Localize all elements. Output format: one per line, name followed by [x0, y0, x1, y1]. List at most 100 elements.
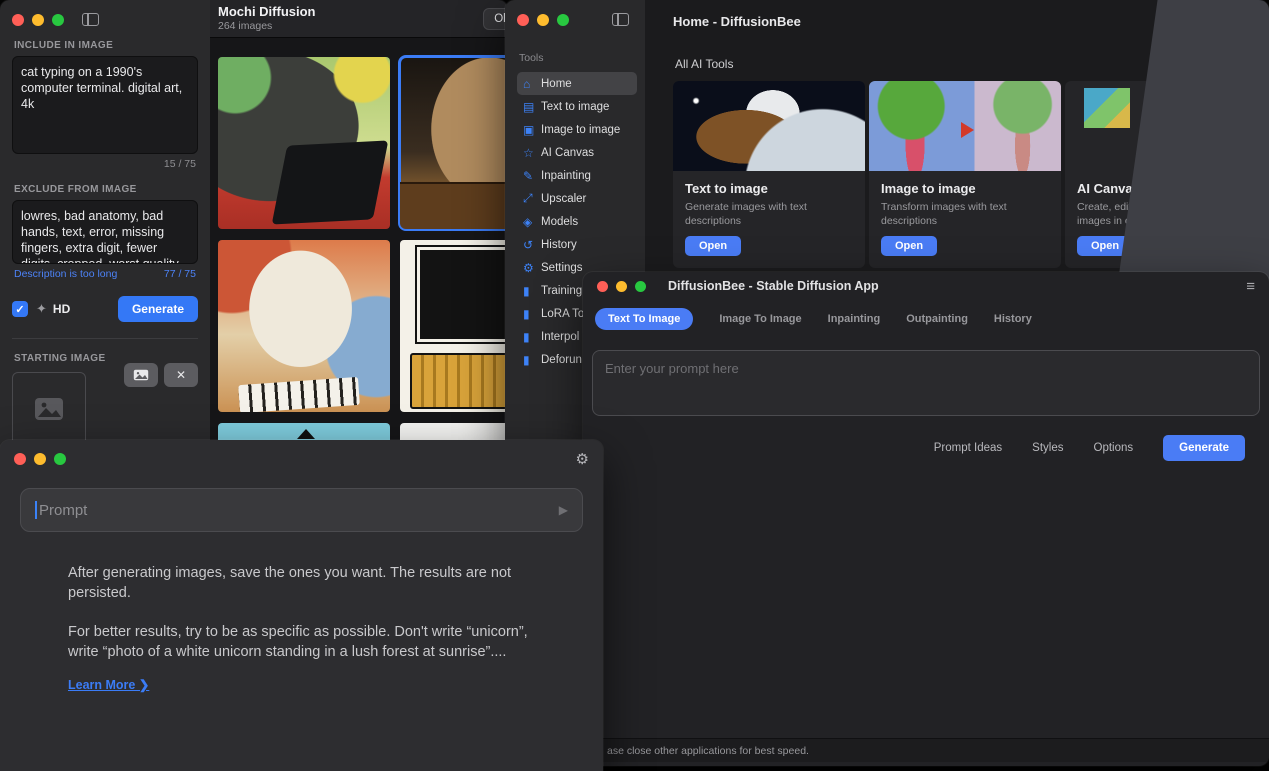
card-text-to-image: Text to image Generate images with text …: [673, 81, 865, 268]
submit-arrow-icon[interactable]: ▶: [559, 503, 568, 517]
sidebar-toggle-icon[interactable]: [82, 13, 99, 26]
sidebar-toggle-icon[interactable]: [612, 13, 629, 26]
close-button[interactable]: [14, 453, 26, 465]
zoom-button[interactable]: [635, 281, 646, 292]
mochi-toolbar: Mochi Diffusion 264 images Oldest First: [210, 0, 508, 38]
learn-more-link[interactable]: Learn More ❯: [68, 677, 149, 692]
include-in-image-input[interactable]: cat typing on a 1990's computer terminal…: [12, 56, 198, 154]
file-icon: ▮: [523, 307, 541, 321]
exclude-from-image-label: EXCLUDE FROM IMAGE: [14, 184, 196, 195]
image-placeholder-icon: [34, 397, 64, 421]
photo-icon: [133, 369, 149, 381]
results-area: [583, 461, 1269, 738]
upscaler-icon: ⤢: [523, 191, 541, 206]
gallery-image-1[interactable]: [218, 57, 390, 229]
hd-label: HD: [53, 302, 70, 316]
text-cursor: [35, 501, 37, 519]
tree-transform-image: [869, 81, 1061, 171]
sidebar-item-inpainting[interactable]: ✎ Inpainting: [517, 164, 637, 187]
help-paragraph-2: For better results, try to be as specifi…: [68, 623, 546, 662]
help-text: After generating images, save the ones y…: [68, 564, 546, 663]
window-controls: [14, 453, 66, 465]
file-icon: ▮: [523, 353, 541, 367]
status-bar: ase close other applications for best sp…: [583, 738, 1269, 762]
choose-image-button[interactable]: [124, 363, 158, 387]
gallery-image-4[interactable]: [400, 240, 508, 412]
tab-history[interactable]: History: [994, 313, 1032, 325]
prompt-input[interactable]: [592, 350, 1260, 416]
titlebar: DiffusionBee - Stable Diffusion App ≡: [583, 272, 1269, 300]
card-image-to-image: Image to image Transform images with tex…: [869, 81, 1061, 268]
sidebar-item-models[interactable]: ◈ Models: [517, 210, 637, 233]
prompt-actions: Prompt Ideas Styles Options Generate: [583, 421, 1269, 461]
hamburger-menu-icon[interactable]: ≡: [1246, 278, 1255, 295]
options-button[interactable]: Options: [1094, 442, 1134, 454]
exclude-from-image-input[interactable]: lowres, bad anatomy, bad hands, text, er…: [12, 200, 198, 264]
hd-checkbox[interactable]: ✓: [12, 301, 28, 317]
close-button[interactable]: [597, 281, 608, 292]
generate-button[interactable]: Generate: [1163, 435, 1245, 461]
astronaut-horse-image: [673, 81, 865, 171]
starting-image-dropzone[interactable]: [12, 372, 86, 446]
image-count: 264 images: [218, 20, 316, 32]
image-to-image-icon: ▣: [523, 123, 541, 137]
inpainting-icon: ✎: [523, 169, 541, 183]
zoom-button[interactable]: [52, 14, 64, 26]
tab-inpainting[interactable]: Inpainting: [828, 313, 881, 325]
divider: [12, 338, 198, 339]
open-text-to-image-button[interactable]: Open: [685, 236, 741, 256]
generate-button[interactable]: Generate: [118, 296, 198, 322]
window-controls: [12, 14, 198, 26]
home-icon: ⌂: [523, 77, 541, 91]
gallery-image-3[interactable]: [218, 240, 390, 412]
prompt-input[interactable]: Prompt ▶: [20, 488, 583, 532]
minimize-button[interactable]: [32, 14, 44, 26]
description-too-long-warning: Description is too long: [14, 268, 117, 280]
tab-image-to-image[interactable]: Image To Image: [719, 313, 801, 325]
window-controls: [597, 281, 646, 292]
history-icon: ↺: [523, 238, 541, 252]
check-icon: ✓: [15, 303, 24, 316]
open-image-to-image-button[interactable]: Open: [881, 236, 937, 256]
ai-canvas-icon: ☆: [523, 146, 541, 160]
sidebar-item-upscaler[interactable]: ⤢ Upscaler: [517, 187, 637, 210]
prompt-ideas-button[interactable]: Prompt Ideas: [934, 442, 1002, 454]
file-icon: ▮: [523, 330, 541, 344]
text-to-image-icon: ▤: [523, 100, 541, 114]
settings-icon: ⚙: [523, 261, 541, 275]
include-in-image-label: INCLUDE IN IMAGE: [14, 40, 196, 51]
gear-icon[interactable]: ⚙: [576, 450, 589, 468]
help-paragraph-1: After generating images, save the ones y…: [68, 564, 546, 603]
window-title: DiffusionBee - Stable Diffusion App: [668, 279, 879, 293]
minimize-button[interactable]: [537, 14, 549, 26]
minimize-button[interactable]: [34, 453, 46, 465]
sidebar-item-history[interactable]: ↺ History: [517, 233, 637, 256]
diffusionbee-stable-diffusion-window: DiffusionBee - Stable Diffusion App ≡ Te…: [583, 272, 1269, 766]
tools-section-label: Tools: [519, 52, 643, 64]
app-title: Mochi Diffusion: [218, 5, 316, 19]
zoom-button[interactable]: [54, 453, 66, 465]
zoom-button[interactable]: [557, 14, 569, 26]
mode-tabs: Text To Image Image To Image Inpainting …: [583, 300, 1269, 338]
close-button[interactable]: [517, 14, 529, 26]
clear-image-button[interactable]: ✕: [164, 363, 198, 387]
models-icon: ◈: [523, 215, 541, 229]
sidebar-item-home[interactable]: ⌂ Home: [517, 72, 637, 95]
file-icon: ▮: [523, 284, 541, 298]
titlebar: ⚙: [0, 440, 603, 478]
sidebar-item-text-to-image[interactable]: ▤ Text to image: [517, 95, 637, 118]
sidebar-item-image-to-image[interactable]: ▣ Image to image: [517, 118, 637, 141]
close-button[interactable]: [12, 14, 24, 26]
styles-button[interactable]: Styles: [1032, 442, 1063, 454]
minimize-button[interactable]: [616, 281, 627, 292]
sidebar-item-ai-canvas[interactable]: ☆ AI Canvas: [517, 141, 637, 164]
tab-text-to-image[interactable]: Text To Image: [595, 308, 693, 330]
gallery-image-2-selected[interactable]: [400, 57, 508, 229]
tab-outpainting[interactable]: Outpainting: [906, 313, 968, 325]
prompt-placeholder: Prompt: [39, 502, 87, 519]
exclude-char-counter: 77 / 75: [164, 268, 196, 280]
sparkles-icon: ✦: [36, 301, 47, 317]
close-x-icon: ✕: [176, 368, 186, 382]
include-char-counter: 15 / 75: [14, 158, 196, 170]
prompt-helper-window: ⚙ Prompt ▶ After generating images, save…: [0, 440, 603, 771]
